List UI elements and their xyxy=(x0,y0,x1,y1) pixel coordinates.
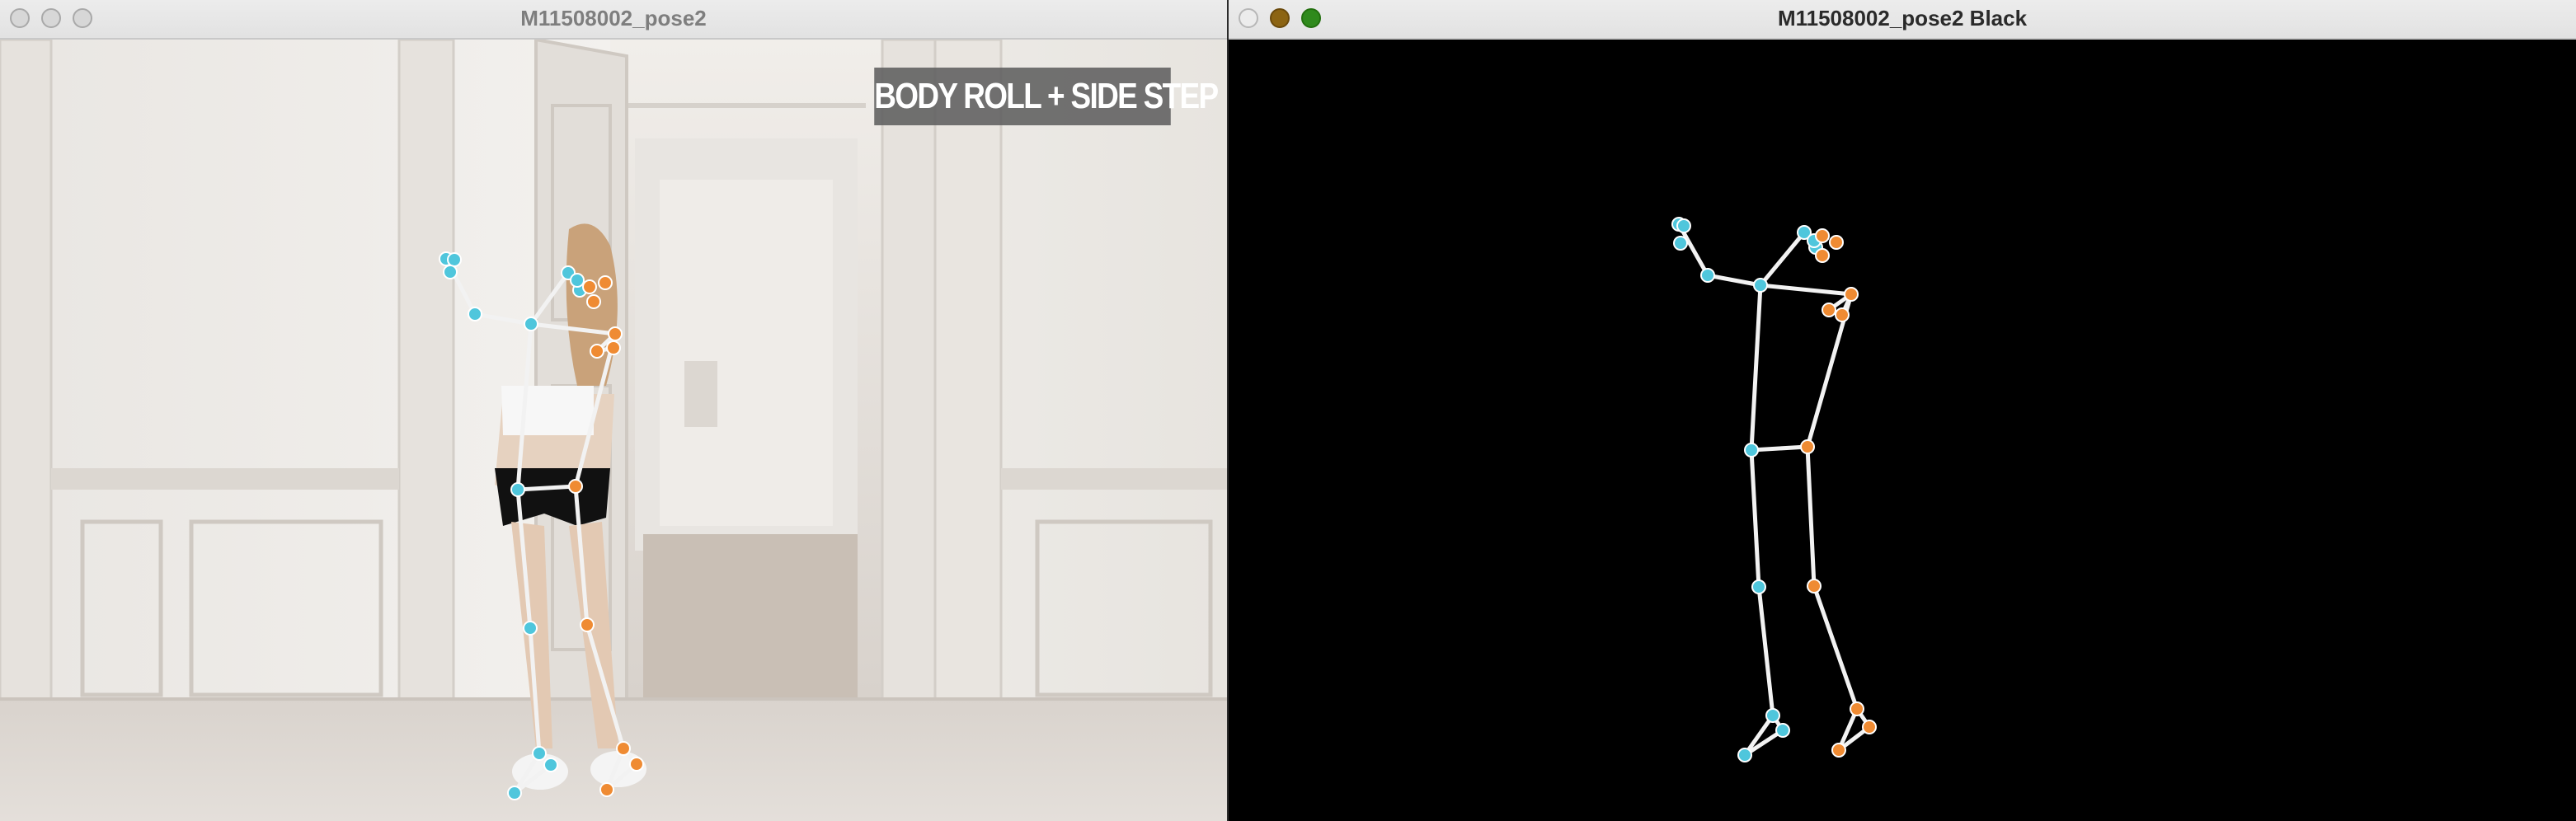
keypoint-marker xyxy=(580,617,595,632)
window-title: M11508002_pose2 xyxy=(520,6,707,30)
skeleton-bone xyxy=(515,321,534,492)
keypoint-marker xyxy=(532,746,547,761)
keypoint-marker xyxy=(629,757,644,772)
keypoint-marker xyxy=(616,741,631,756)
keypoint-marker xyxy=(507,786,522,800)
keypoint-marker xyxy=(570,273,585,288)
skeleton-bone xyxy=(1756,584,1775,718)
keypoint-marker xyxy=(1831,743,1846,758)
video-caption: BODY ROLL + SIDE STEP xyxy=(874,68,1219,125)
keypoint-marker xyxy=(1807,579,1822,593)
skeleton-bone xyxy=(1749,448,1761,589)
keypoint-marker xyxy=(1800,439,1815,454)
skeleton-bone xyxy=(573,484,590,627)
keypoint-marker xyxy=(606,340,621,355)
skeleton-bone xyxy=(529,270,571,326)
skeleton-view xyxy=(1671,217,1877,762)
keypoint-marker xyxy=(1844,287,1859,302)
black-canvas xyxy=(1229,40,2576,821)
keypoint-marker xyxy=(543,758,558,772)
keypoint-marker xyxy=(1765,708,1780,723)
skeleton-bone xyxy=(1758,230,1807,288)
keypoint-marker xyxy=(1775,723,1790,738)
window-title: M11508002_pose2 Black xyxy=(1777,6,2028,30)
skeleton-bone xyxy=(529,321,618,336)
video-frame: BODY ROLL + SIDE STEP xyxy=(0,40,1227,821)
skeleton-bone xyxy=(1758,283,1854,297)
skeleton-bone xyxy=(1749,444,1810,453)
keypoint-marker xyxy=(1815,248,1830,263)
keypoint-marker xyxy=(1753,278,1768,293)
pose-overlay xyxy=(439,251,644,800)
keypoint-marker xyxy=(1822,303,1836,317)
keypoint-marker xyxy=(1737,748,1752,762)
title-bar[interactable]: M11508002_pose2 xyxy=(0,0,1227,40)
keypoint-marker xyxy=(510,482,525,497)
pose-black-window: M11508002_pose2 Black xyxy=(1229,0,2576,821)
skeleton-bone xyxy=(1705,273,1763,288)
skeleton-bone xyxy=(472,312,534,326)
keypoint-marker xyxy=(586,294,601,309)
keypoint-marker xyxy=(1751,579,1766,594)
keypoint-marker xyxy=(1829,235,1844,250)
skeleton-bone xyxy=(585,622,626,751)
skeleton-bone xyxy=(1805,444,1817,589)
pose-video-window: M11508002_pose2 BODY ROLL + SIDE STEP xyxy=(0,0,1227,821)
keypoint-marker xyxy=(1676,218,1691,233)
keypoint-marker xyxy=(523,621,538,636)
keypoint-marker xyxy=(1700,268,1715,283)
skeleton-bone xyxy=(515,484,578,492)
keypoint-marker xyxy=(590,344,604,359)
skeleton-bone xyxy=(515,487,533,631)
keypoint-marker xyxy=(568,479,583,494)
keypoint-marker xyxy=(582,279,597,294)
keypoint-marker xyxy=(1673,236,1688,251)
skeleton-bone xyxy=(1812,584,1859,711)
keypoint-marker xyxy=(468,307,482,321)
keypoint-marker xyxy=(598,275,613,290)
skeleton-bone xyxy=(528,626,542,756)
skeleton-bone xyxy=(1749,283,1763,453)
keypoint-marker xyxy=(608,326,623,341)
keypoint-marker xyxy=(1744,443,1759,457)
keypoint-marker xyxy=(1815,228,1830,243)
keypoint-marker xyxy=(447,252,462,267)
keypoint-marker xyxy=(1850,701,1864,716)
keypoint-marker xyxy=(524,317,538,331)
keypoint-marker xyxy=(599,782,614,797)
keypoint-marker xyxy=(443,265,458,279)
keypoint-marker xyxy=(1862,720,1877,734)
keypoint-marker xyxy=(1835,307,1850,322)
title-bar[interactable]: M11508002_pose2 Black xyxy=(1229,0,2576,40)
